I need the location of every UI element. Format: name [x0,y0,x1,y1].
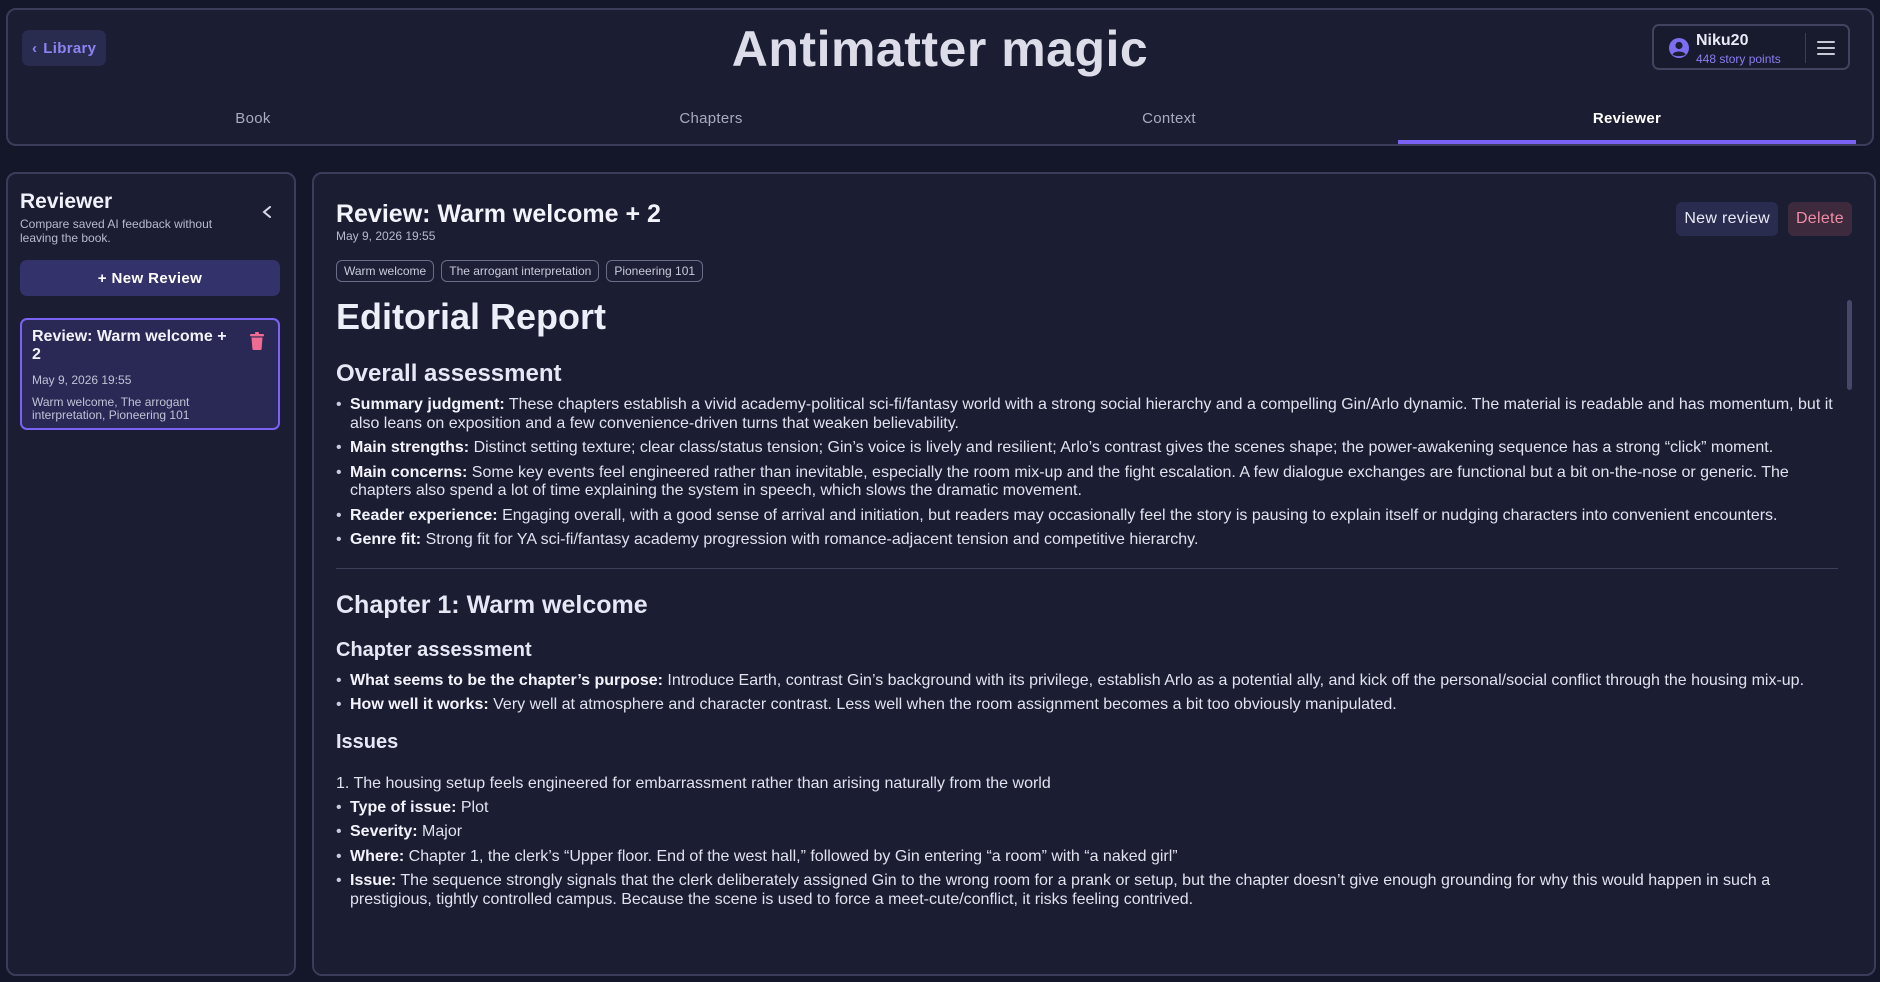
chapter-tag: Warm welcome [336,260,435,282]
chapter-tag: The arrogant interpretation [441,260,600,282]
issue-list: Type of issue: Plot Severity: Major Wher… [336,799,1838,910]
list-item: What seems to be the chapter’s purpose: … [336,672,1838,691]
user-avatar-icon [1669,38,1689,58]
main-tabs: Book Chapters Context Reviewer [24,92,1856,144]
list-item: Main concerns: Some key events feel engi… [336,464,1838,501]
list-item: Genre fit: Strong fit for YA sci-fi/fant… [336,531,1838,550]
report-title: Editorial Report [336,296,607,337]
report-content: Editorial Report Overall assessment Summ… [336,292,1838,950]
story-points: 448 story points [1696,52,1781,66]
trash-icon[interactable] [250,332,264,350]
tab-context[interactable]: Context [940,92,1398,144]
new-review-button[interactable]: New review [1676,202,1778,236]
user-name: Niku20 [1696,32,1749,49]
list-item: How well it works: Very well at atmosphe… [336,696,1838,715]
list-item: Severity: Major [336,823,1838,842]
delete-review-button[interactable]: Delete [1787,202,1852,236]
tab-reviewer[interactable]: Reviewer [1398,92,1856,144]
top-bar: ‹ Library Antimatter magic Niku20 448 st… [6,8,1874,146]
overall-list: Summary judgment: These chapters establi… [336,396,1838,550]
review-item-chapters: Warm welcome, The arrogant interpretatio… [32,395,190,422]
collapse-sidebar-icon[interactable] [262,206,272,218]
review-date: May 9, 2026 19:55 [336,229,436,243]
user-menu[interactable]: Niku20 448 story points [1652,24,1850,70]
list-item: Main strengths: Distinct setting texture… [336,439,1838,458]
tab-chapters[interactable]: Chapters [482,92,940,144]
divider [1805,33,1806,63]
review-item-title: Review: Warm welcome + 2 [32,328,227,363]
sidebar-subtitle: Compare saved AI feedback without leavin… [20,217,213,245]
hamburger-menu-icon[interactable] [1817,41,1835,55]
section-heading: Overall assessment [336,360,562,387]
list-item: Where: Chapter 1, the clerk’s “Upper flo… [336,848,1838,867]
review-title: Review: Warm welcome + 2 [336,200,661,228]
scrollbar-thumb[interactable] [1847,300,1852,390]
issue-title: 1. The housing setup feels engineered fo… [336,774,1051,792]
chapter-tag: Pioneering 101 [606,260,704,282]
sidebar-new-review-button[interactable]: + New Review [20,260,280,296]
list-item: Summary judgment: These chapters establi… [336,396,1838,433]
reviewer-sidebar: Reviewer Compare saved AI feedback witho… [6,172,296,976]
chapter-tags: Warm welcome The arrogant interpretation… [336,260,704,282]
list-item: Type of issue: Plot [336,799,1838,818]
review-panel: Review: Warm welcome + 2 May 9, 2026 19:… [312,172,1876,976]
review-list-item[interactable]: Review: Warm welcome + 2 May 9, 2026 19:… [20,318,280,430]
subsection-heading: Chapter assessment [336,638,532,661]
tab-book[interactable]: Book [24,92,482,144]
assessment-list: What seems to be the chapter’s purpose: … [336,672,1838,715]
chapter-heading: Chapter 1: Warm welcome [336,590,648,619]
list-item: Reader experience: Engaging overall, wit… [336,507,1838,526]
sidebar-title: Reviewer [20,190,113,213]
review-item-date: May 9, 2026 19:55 [32,373,132,387]
subsection-heading: Issues [336,730,399,753]
list-item: Issue: The sequence strongly signals tha… [336,872,1838,909]
book-title: Antimatter magic [731,21,1149,77]
